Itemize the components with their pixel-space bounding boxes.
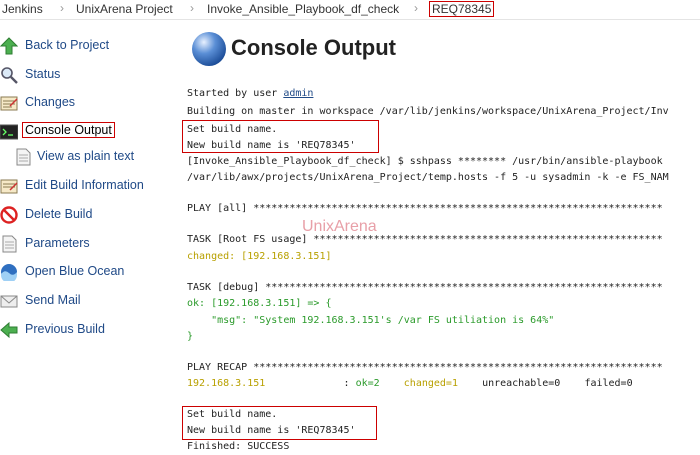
sidebar-item-label: Delete Build xyxy=(25,207,93,221)
breadcrumb-separator: › xyxy=(414,1,418,15)
user-link[interactable]: admin xyxy=(283,88,313,99)
highlight-box xyxy=(182,406,377,440)
sidebar-item-label: Changes xyxy=(25,95,76,109)
blue-ball-icon xyxy=(192,32,226,66)
breadcrumb-separator: › xyxy=(190,1,194,15)
sidebar-item-label: Send Mail xyxy=(25,293,81,307)
document-icon xyxy=(14,148,32,166)
breadcrumb-separator: › xyxy=(60,1,64,15)
console-line: Started by user admin xyxy=(187,88,314,99)
sidebar-item-label: Open Blue Ocean xyxy=(25,264,125,278)
notepad-icon xyxy=(0,94,18,112)
console-line: PLAY RECAP *****************************… xyxy=(187,362,663,373)
left-arrow-icon xyxy=(0,321,18,339)
console-line: /var/lib/awx/projects/UnixArena_Project/… xyxy=(187,172,669,183)
sidebar-item-label: Previous Build xyxy=(25,322,105,336)
magnifier-icon xyxy=(0,66,18,84)
document-icon xyxy=(0,235,18,253)
breadcrumb-job[interactable]: Invoke_Ansible_Playbook_df_check xyxy=(207,2,399,16)
console-line: changed: [192.168.3.151] xyxy=(187,251,332,262)
console-line: [Invoke_Ansible_Playbook_df_check] $ ssh… xyxy=(187,156,663,167)
breadcrumb-jenkins[interactable]: Jenkins xyxy=(2,2,43,16)
breadcrumb-project[interactable]: UnixArena Project xyxy=(76,2,173,16)
notepad-edit-icon xyxy=(0,177,18,195)
console-line: } xyxy=(187,331,194,342)
terminal-icon xyxy=(0,123,19,141)
breadcrumb: Jenkins › UnixArena Project › Invoke_Ans… xyxy=(0,0,700,20)
up-arrow-icon xyxy=(0,37,19,55)
sidebar-item-label: Status xyxy=(25,67,61,81)
console-line: ok: [192.168.3.151] => { xyxy=(187,298,332,309)
sidebar-item-label: View as plain text xyxy=(37,149,135,163)
console-line: Building on master in workspace /var/lib… xyxy=(187,106,669,117)
sidebar-item-label: Parameters xyxy=(25,236,90,250)
breadcrumb-build[interactable]: REQ78345 xyxy=(429,1,495,17)
no-entry-icon xyxy=(0,206,18,224)
sidebar-item-label: Edit Build Information xyxy=(25,178,144,192)
page-title: Console Output xyxy=(231,35,396,60)
sidebar-item-label: Console Output xyxy=(22,122,115,138)
console-line: 192.168.3.151 : ok=2 changed=1 unreachab… xyxy=(187,378,633,389)
envelope-icon xyxy=(0,292,18,310)
console-line: "msg": "System 192.168.3.151's /var FS u… xyxy=(187,315,555,326)
console-line: PLAY [all] *****************************… xyxy=(187,203,663,214)
console-line: TASK [debug] ***************************… xyxy=(187,282,663,293)
highlight-box xyxy=(182,120,379,153)
sidebar-item-label: Back to Project xyxy=(25,38,110,52)
console-line: Finished: SUCCESS xyxy=(187,441,290,452)
blue-ocean-icon xyxy=(0,263,18,283)
console-line: TASK [Root FS usage] *******************… xyxy=(187,234,663,245)
